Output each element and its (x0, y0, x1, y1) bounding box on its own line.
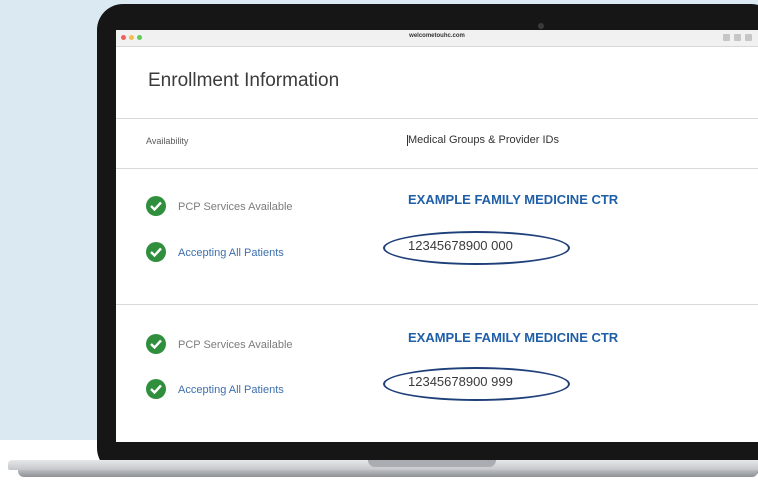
laptop-base-bottom (18, 470, 758, 477)
check-circle-icon (146, 334, 166, 354)
check-circle-icon (146, 196, 166, 216)
patients-status: Accepting All Patients (178, 384, 284, 396)
share-icon[interactable] (723, 34, 730, 41)
browser-toolbar (723, 34, 752, 41)
availability-header: Availability (146, 136, 189, 146)
patients-status: Accepting All Patients (178, 247, 284, 259)
table-row: PCP Services Available Accepting All Pat… (116, 304, 758, 440)
table-row: PCP Services Available Accepting All Pat… (116, 168, 758, 304)
provider-name[interactable]: EXAMPLE FAMILY MEDICINE CTR (408, 330, 618, 345)
laptop-notch (368, 460, 496, 467)
camera-icon (538, 23, 544, 29)
add-tab-icon[interactable] (745, 34, 752, 41)
page-title: Enrollment Information (148, 70, 340, 91)
check-circle-icon (146, 242, 166, 262)
url-text[interactable]: welcometouhc.com (116, 33, 758, 39)
laptop-screen: welcometouhc.com Enrollment Information … (116, 30, 758, 442)
provider-id: 12345678900 999 (408, 374, 513, 389)
provider-id: 12345678900 000 (408, 238, 513, 253)
provider-name[interactable]: EXAMPLE FAMILY MEDICINE CTR (408, 192, 618, 207)
laptop-base (0, 460, 758, 493)
divider (116, 118, 758, 119)
service-status: PCP Services Available (178, 201, 293, 213)
check-circle-icon (146, 379, 166, 399)
browser-address-bar[interactable]: welcometouhc.com (116, 30, 758, 47)
tabs-icon[interactable] (734, 34, 741, 41)
service-status: PCP Services Available (178, 339, 293, 351)
groups-header: Medical Groups & Provider IDs (408, 134, 559, 146)
